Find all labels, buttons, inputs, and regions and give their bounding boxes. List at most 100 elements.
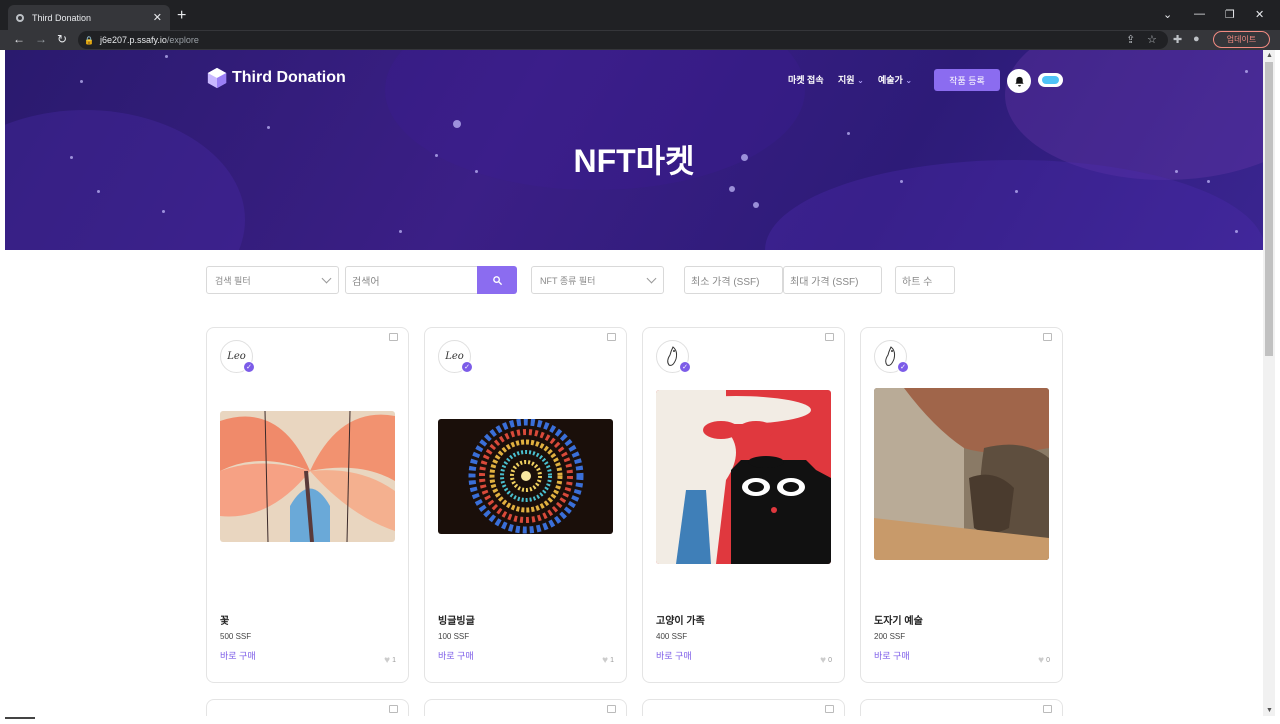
nft-artwork-image[interactable] — [656, 390, 831, 564]
verified-check-icon: ✓ — [897, 361, 909, 373]
buy-now-link[interactable]: 바로 구매 — [438, 649, 474, 662]
extensions-icon[interactable]: ✚ — [1173, 33, 1182, 46]
shopping-bag-icon[interactable] — [1043, 705, 1052, 713]
menu-market[interactable]: 마켓 접속 — [788, 73, 824, 86]
nft-name: 고양이 가족 — [656, 616, 705, 627]
register-artwork-button[interactable]: 작품 등록 — [934, 69, 1000, 91]
search-icon — [492, 275, 502, 285]
web-page: Third Donation 마켓 접속 지원 ⌄ 예술가 ⌄ 작품 등록 NF… — [5, 50, 1263, 716]
address-bar: ← → ↻ 🔒 j6e207.p.ssafy.io/explore ⇪ ☆ ✚ … — [0, 30, 1280, 50]
search-button[interactable] — [477, 266, 517, 294]
scroll-up-icon[interactable]: ▲ — [1266, 52, 1273, 59]
update-button[interactable]: 업데이트 — [1213, 31, 1270, 48]
back-icon[interactable]: ← — [13, 32, 25, 46]
wallet-avatar-icon[interactable] — [1038, 73, 1063, 87]
max-price-input[interactable]: 최대 가격 (SSF) — [783, 266, 882, 294]
like-count[interactable]: ♥ 0 — [1038, 655, 1050, 666]
search-filter-select[interactable]: 검색 필터 — [206, 266, 339, 294]
lock-icon: 🔒 — [84, 35, 94, 45]
star — [729, 186, 735, 192]
star — [162, 210, 165, 213]
browser-tab[interactable]: Third Donation ✕ — [8, 5, 170, 30]
close-tab-icon[interactable]: ✕ — [153, 11, 162, 24]
heart-icon: ♥ — [820, 655, 827, 666]
nft-card[interactable] — [642, 699, 845, 716]
like-count-value: 0 — [1046, 657, 1050, 664]
nft-price: 500 SSF — [220, 632, 252, 641]
share-icon[interactable]: ⇪ — [1126, 33, 1135, 46]
nft-artwork-image[interactable] — [220, 411, 395, 542]
tab-favicon-icon — [16, 13, 24, 22]
status-area — [0, 716, 1280, 724]
search-filter-label: 검색 필터 — [215, 275, 251, 286]
bookmark-star-icon[interactable]: ☆ — [1147, 33, 1157, 46]
tab-search-icon[interactable]: ⌄ — [1163, 8, 1172, 21]
site-logo[interactable]: Third Donation — [206, 67, 346, 89]
nft-price: 200 SSF — [874, 632, 906, 641]
min-price-input[interactable]: 최소 가격 (SSF) — [684, 266, 783, 294]
like-count[interactable]: ♥ 1 — [384, 655, 396, 666]
new-tab-icon[interactable]: + — [177, 7, 186, 25]
shopping-bag-icon[interactable] — [389, 705, 398, 713]
nft-card[interactable]: Leo ✓ 꽃 500 SSF 바로 구매 ♥ 1 — [206, 327, 409, 683]
minimize-icon[interactable]: — — [1194, 8, 1205, 20]
hearts-input[interactable]: 하트 수 — [895, 266, 955, 294]
shopping-bag-icon[interactable] — [607, 705, 616, 713]
page-scrollbar[interactable]: ▲ ▼ — [1263, 50, 1275, 716]
nft-artwork-image[interactable] — [874, 388, 1049, 560]
chevron-down-icon — [321, 273, 332, 284]
search-input[interactable]: 검색어 — [345, 266, 479, 294]
url-host: j6e207.p.ssafy.io — [99, 35, 167, 45]
menu-artist-label: 예술가 — [878, 75, 903, 85]
nft-type-filter-label: NFT 종류 필터 — [540, 275, 596, 286]
nft-card[interactable]: Leo ✓ 빙글빙글 100 SSF 바로 구매 ♥ 1 — [424, 327, 627, 683]
url-field[interactable]: 🔒 j6e207.p.ssafy.io/explore — [78, 31, 1168, 49]
nft-card[interactable] — [424, 699, 627, 716]
verified-check-icon: ✓ — [461, 361, 473, 373]
star — [753, 202, 759, 208]
star — [97, 190, 100, 193]
nft-artwork-image[interactable] — [438, 419, 613, 534]
nft-card[interactable]: ✓ 고양이 가족 400 SSF 바로 구매 ♥ 0 — [642, 327, 845, 683]
reload-icon[interactable]: ↻ — [57, 32, 67, 46]
chevron-down-icon: ⌄ — [857, 76, 864, 85]
nft-name: 꽃 — [220, 616, 230, 627]
like-count[interactable]: ♥ 0 — [820, 655, 832, 666]
star — [453, 120, 461, 128]
nft-price: 100 SSF — [438, 632, 470, 641]
buy-now-link[interactable]: 바로 구매 — [874, 649, 910, 662]
scroll-down-icon[interactable]: ▼ — [1266, 707, 1273, 714]
heart-icon: ♥ — [602, 655, 609, 666]
forward-icon[interactable]: → — [35, 32, 47, 46]
shopping-bag-icon[interactable] — [1043, 333, 1052, 341]
menu-artist[interactable]: 예술가 ⌄ — [878, 73, 912, 86]
menu-support[interactable]: 지원 ⌄ — [838, 73, 864, 86]
nft-card[interactable] — [206, 699, 409, 716]
profile-icon[interactable]: ● — [1193, 33, 1200, 45]
nft-card[interactable]: ✓ 도자기 예술 200 SSF 바로 구매 ♥ 0 — [860, 327, 1063, 683]
nft-name: 도자기 예술 — [874, 616, 923, 627]
star — [1235, 230, 1238, 233]
heart-icon: ♥ — [384, 655, 391, 666]
nft-type-filter-select[interactable]: NFT 종류 필터 — [531, 266, 664, 294]
menu-support-label: 지원 — [838, 75, 855, 85]
nft-card[interactable] — [860, 699, 1063, 716]
shopping-bag-icon[interactable] — [607, 333, 616, 341]
restore-icon[interactable]: ❐ — [1225, 8, 1235, 21]
chevron-down-icon — [646, 273, 657, 284]
loading-indicator — [5, 717, 35, 719]
like-count-value: 1 — [392, 657, 396, 664]
like-count[interactable]: ♥ 1 — [602, 655, 614, 666]
nft-name: 빙글빙글 — [438, 616, 475, 627]
shopping-bag-icon[interactable] — [389, 333, 398, 341]
buy-now-link[interactable]: 바로 구매 — [656, 649, 692, 662]
scrollbar-thumb[interactable] — [1265, 62, 1273, 356]
star — [1245, 70, 1248, 73]
shopping-bag-icon[interactable] — [825, 705, 834, 713]
menu-market-label: 마켓 접속 — [788, 75, 824, 85]
like-count-value: 0 — [828, 657, 832, 664]
shopping-bag-icon[interactable] — [825, 333, 834, 341]
close-window-icon[interactable]: ✕ — [1255, 8, 1264, 21]
buy-now-link[interactable]: 바로 구매 — [220, 649, 256, 662]
notification-bell-icon[interactable] — [1007, 69, 1031, 93]
